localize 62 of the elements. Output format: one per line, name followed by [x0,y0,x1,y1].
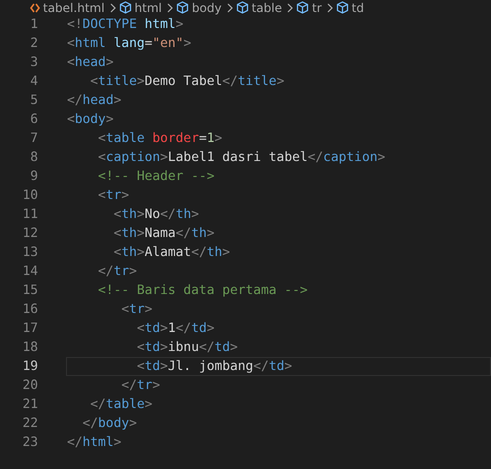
line-number: 12 [21,225,38,243]
cube-icon [176,1,189,14]
line-number: 20 [21,377,38,395]
code-line: </tr> [120,377,162,395]
code-line: <td>ibnu</td> [136,339,239,357]
code-line: </body> [82,415,138,433]
line-number: 23 [21,434,38,452]
line-number: 13 [21,244,38,262]
code-line: <th>No</th> [112,206,200,224]
code-line: <!-- Baris data pertama --> [97,282,309,300]
code-line: <th>Alamat</th> [112,244,232,262]
line-number: 18 [21,339,38,357]
line-number: 11 [21,206,38,224]
code-line: <th>Nama</th> [112,225,216,243]
line-number: 7 [29,130,38,148]
breadcrumb-item[interactable]: tabel.html [43,0,105,14]
cube-icon [296,1,309,14]
cube-icon [236,1,249,14]
line-number: 16 [21,301,38,319]
breadcrumb-item[interactable]: table [252,0,282,14]
line-number: 2 [29,35,38,53]
breadcrumb-item[interactable]: tr [312,0,322,14]
breadcrumb-item[interactable]: html [134,0,162,14]
chevron-icon [110,2,116,12]
line-number: 9 [29,168,38,186]
code-line: <td>1</td> [136,320,216,338]
chevron-icon [226,2,233,12]
line-number: 10 [21,187,38,205]
line-number: 1 [29,16,38,34]
code-icon [30,2,40,12]
chevron-icon [286,2,293,12]
code-line: <tr> [120,301,154,319]
line-number: 14 [21,263,38,281]
code-line: <html lang="en"> [66,35,192,53]
chevron-icon [326,2,333,12]
code-line: <caption>Label1 dasri tabel</caption> [97,149,386,167]
code-line: <!-- Header --> [97,168,216,186]
breadcrumb-item[interactable]: td [352,0,364,14]
code-line: </table> [89,396,154,414]
code-line: </head> [66,92,122,110]
code-line: <tr> [97,187,130,205]
cube-icon [118,1,132,14]
code-line: <!DOCTYPE html> [66,16,184,34]
line-number: 15 [21,282,38,300]
cube-icon [336,1,349,14]
code-line: </tr> [97,263,138,281]
code-line: <body> [66,111,115,129]
line-number: 6 [29,111,38,129]
code-line: </html> [66,434,122,452]
line-number: 3 [29,54,38,72]
breadcrumb-item[interactable]: body [192,0,222,14]
line-number: 17 [21,320,38,338]
line-number: 5 [29,92,38,110]
line-number: 19 [21,358,38,376]
chevron-icon [166,2,173,12]
line-number: 4 [29,73,38,91]
code-line: <head> [66,54,115,72]
code-line: <table border=1> [97,130,224,148]
line-number: 21 [21,396,38,414]
line-number: 22 [21,415,38,433]
code-line: <title>Demo Tabel</title> [89,73,286,91]
line-number: 8 [29,149,38,167]
